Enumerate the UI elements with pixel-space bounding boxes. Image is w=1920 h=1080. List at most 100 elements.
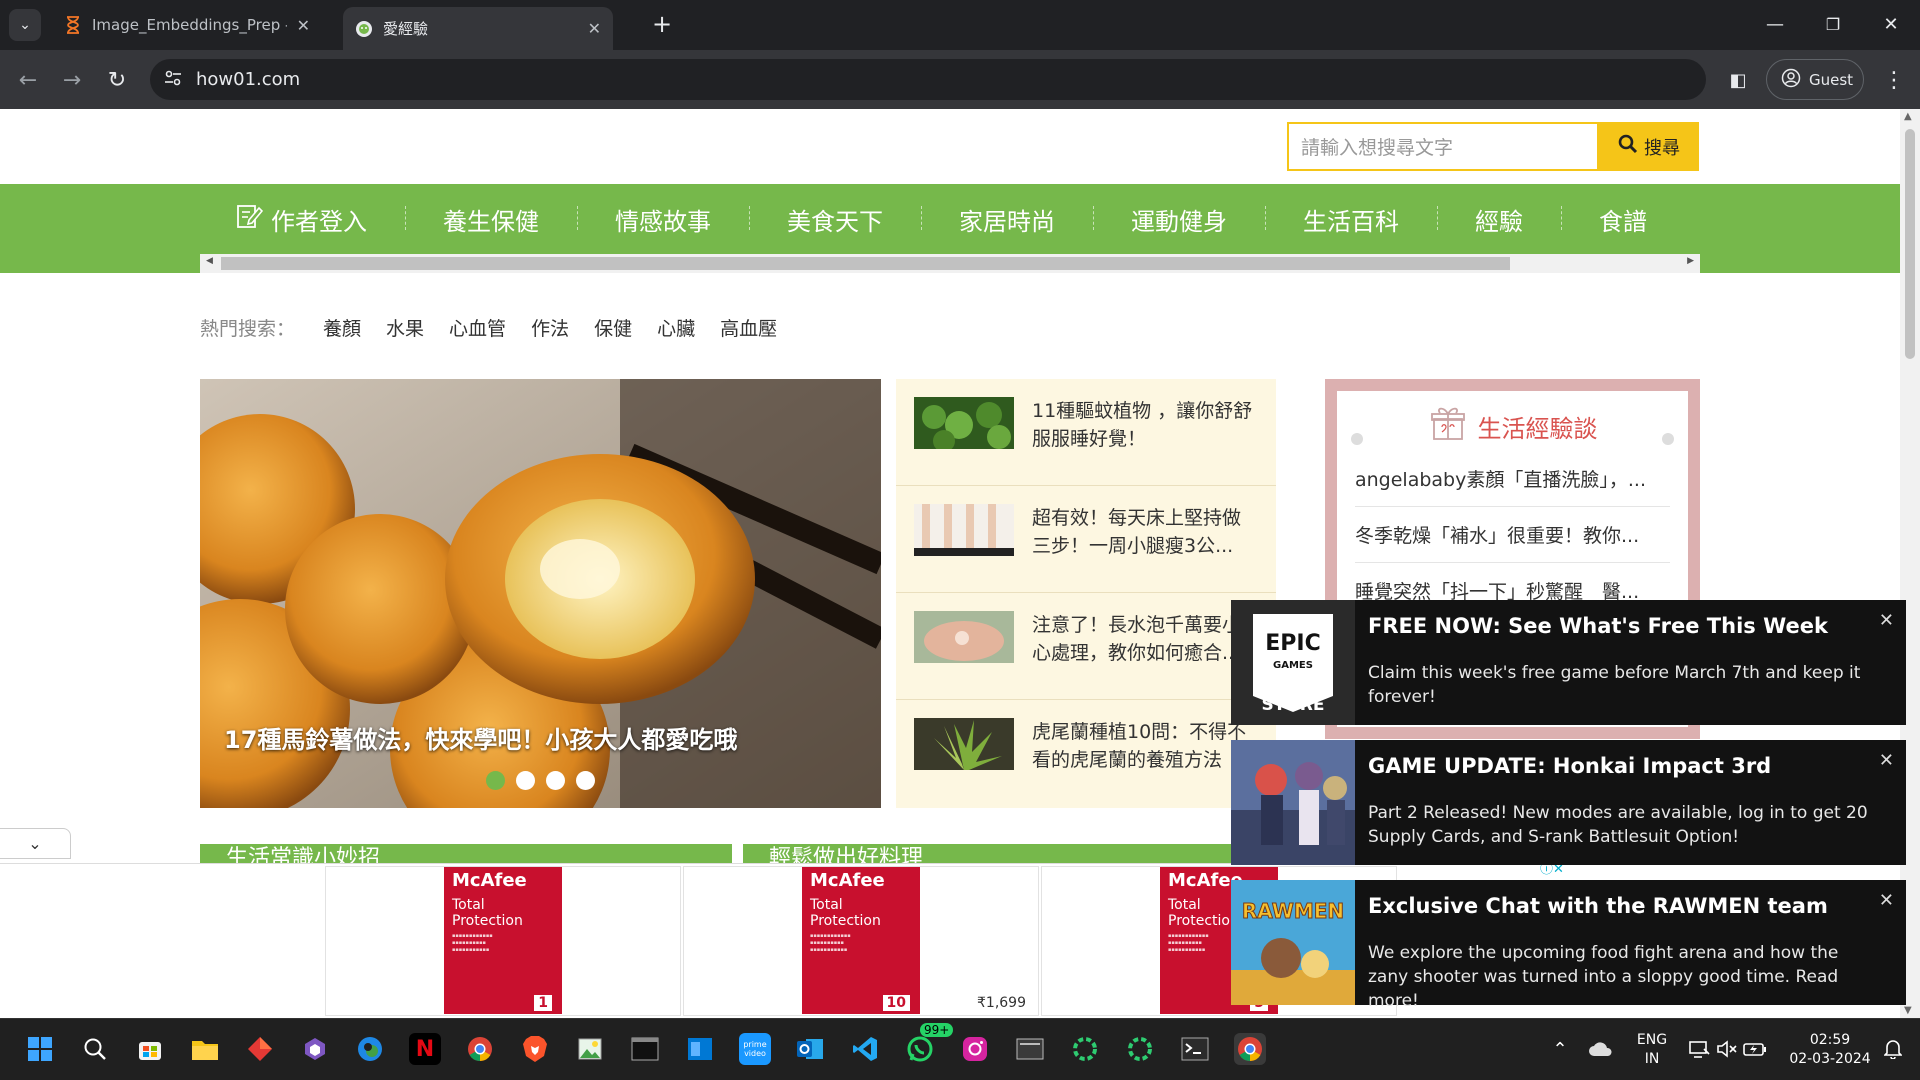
nav-horizontal-scrollbar[interactable]: ◀ ▶ (200, 254, 1700, 273)
tab-search-button[interactable]: ⌄ (9, 9, 41, 41)
address-bar[interactable]: how01.com (150, 59, 1706, 100)
app-blue-window-icon[interactable] (684, 1033, 716, 1065)
side-panel-button[interactable]: ◧ (1722, 64, 1754, 96)
close-icon[interactable]: ✕ (1879, 890, 1894, 911)
start-icon[interactable] (24, 1033, 56, 1065)
list-item[interactable]: 注意了！長水泡千萬要小心處理，教你如何癒合... (896, 593, 1276, 700)
list-item[interactable]: 11種驅蚊植物 ，讓你舒舒服服睡好覺！ (896, 379, 1276, 486)
instagram-icon[interactable] (959, 1033, 991, 1065)
date: 02-03-2024 (1789, 1051, 1871, 1067)
network-icon[interactable] (1686, 1033, 1712, 1065)
minimize-button[interactable]: — (1750, 6, 1800, 42)
profile-icon (1781, 68, 1801, 92)
scroll-down-icon[interactable]: ▼ (1904, 1005, 1912, 1016)
vscode-icon[interactable] (849, 1033, 881, 1065)
nav-item-fitness[interactable]: 運動健身 (1093, 202, 1265, 237)
back-button[interactable]: ← (12, 64, 44, 96)
scroll-up-icon[interactable]: ▲ (1904, 111, 1912, 122)
scroll-left-icon[interactable]: ◀ (206, 256, 213, 266)
battery-charging-icon[interactable] (1742, 1033, 1768, 1065)
file-explorer-icon[interactable] (189, 1033, 221, 1065)
forward-button[interactable]: → (56, 64, 88, 96)
nav-item-experience[interactable]: 經驗 (1437, 202, 1561, 237)
outlook-icon[interactable] (794, 1033, 826, 1065)
hero-title[interactable]: 17種馬鈴薯做法，快來學吧！小孩大人都愛吃哦 (224, 720, 737, 755)
prime-video-icon[interactable]: prime video (739, 1033, 771, 1065)
life-box-title: 生活經驗談 (1477, 414, 1598, 443)
whatsapp-icon[interactable]: 99+ (904, 1023, 954, 1065)
volume-muted-icon[interactable] (1714, 1033, 1740, 1065)
hot-search-item[interactable]: 心臟 (657, 314, 695, 341)
list-item[interactable]: 冬季乾燥「補水」很重要！教你... (1355, 507, 1670, 563)
notification-bell-icon[interactable] (1880, 1033, 1906, 1065)
browser-toolbar: ← → ↻ how01.com ◧ Guest ⋮ (0, 50, 1920, 109)
ad-card[interactable]: McAfee Total Protection ▪▪▪▪▪▪▪▪▪▪▪▪ ▪▪▪▪… (325, 866, 681, 1016)
image-viewer-icon[interactable] (574, 1033, 606, 1065)
search-button[interactable]: 搜尋 (1599, 122, 1699, 171)
close-icon[interactable]: ✕ (588, 19, 601, 38)
hot-search-item[interactable]: 心血管 (449, 314, 506, 341)
scroll-right-icon[interactable]: ▶ (1687, 256, 1694, 266)
new-tab-button[interactable]: + (648, 10, 676, 38)
nav-item-recipes[interactable]: 食譜 (1561, 202, 1685, 237)
chevron-up-icon[interactable]: ⌃ (1546, 1033, 1574, 1065)
hero-carousel[interactable]: 17種馬鈴薯做法，快來學吧！小孩大人都愛吃哦 (200, 379, 881, 808)
carousel-dot[interactable] (576, 771, 595, 790)
clock[interactable]: 02:59 02-03-2024 (1782, 1031, 1878, 1069)
store-icon[interactable] (134, 1033, 166, 1065)
epic-games-store-logo: EPIC GAMES STORE (1231, 600, 1355, 725)
nav-item-stories[interactable]: 情感故事 (577, 202, 749, 237)
onedrive-icon[interactable] (1586, 1033, 1616, 1065)
hot-search-item[interactable]: 作法 (531, 314, 569, 341)
scrollbar-thumb[interactable] (1905, 129, 1915, 359)
restore-button[interactable]: ❐ (1808, 6, 1858, 42)
powershell-icon[interactable] (1179, 1033, 1211, 1065)
tab-jupyter[interactable]: Image_Embeddings_Prep - Jupy ✕ (52, 7, 322, 43)
list-item[interactable]: 超有效！每天床上堅持做三步！一周小腿瘦3公... (896, 486, 1276, 593)
notification-toast[interactable]: RAWMEN Exclusive Chat with the RAWMEN te… (1231, 880, 1906, 1011)
edge-icon[interactable] (354, 1033, 386, 1065)
app-red-diamond-icon[interactable] (244, 1033, 276, 1065)
notification-toast[interactable]: EPIC GAMES STORE FREE NOW: See What's Fr… (1231, 600, 1906, 725)
hot-search-item[interactable]: 保健 (594, 314, 632, 341)
profile-button[interactable]: Guest (1766, 59, 1864, 100)
hot-search-item[interactable]: 養顏 (323, 314, 361, 341)
search-input[interactable]: 請輸入想搜尋文字 (1287, 122, 1599, 171)
hot-search-item[interactable]: 高血壓 (720, 314, 777, 341)
nav-item-home-fashion[interactable]: 家居時尚 (921, 202, 1093, 237)
chrome-active-icon[interactable] (1234, 1033, 1266, 1065)
hot-search-item[interactable]: 水果 (386, 314, 424, 341)
nav-item-life-tips[interactable]: 生活百科 (1265, 202, 1437, 237)
loading-ring-icon[interactable] (1124, 1033, 1156, 1065)
tab-how01[interactable]: 愛經驗 ✕ (343, 7, 613, 50)
close-window-button[interactable]: ✕ (1866, 6, 1916, 42)
notification-toast[interactable]: GAME UPDATE: Honkai Impact 3rd Part 2 Re… (1231, 740, 1906, 865)
carousel-dot[interactable] (516, 771, 535, 790)
close-icon[interactable]: ✕ (1879, 610, 1894, 631)
ad-card[interactable]: McAfee Total Protection ▪▪▪▪▪▪▪▪▪▪▪▪ ▪▪▪▪… (683, 866, 1039, 1016)
list-item[interactable]: 虎尾蘭種植10問：不得不看的虎尾蘭的養殖方法 (896, 700, 1276, 807)
chrome-icon[interactable] (464, 1033, 496, 1065)
reload-button[interactable]: ↻ (101, 64, 133, 96)
loading-ring-icon[interactable] (1069, 1033, 1101, 1065)
nav-item-food[interactable]: 美食天下 (749, 202, 921, 237)
netflix-icon[interactable]: N (409, 1033, 441, 1065)
nav-item-health[interactable]: 養生保健 (405, 202, 577, 237)
close-icon[interactable]: ✕ (297, 16, 310, 35)
list-item[interactable]: angelababy素顏「直播洗臉」，... (1355, 451, 1670, 507)
ad-collapse-button[interactable]: ⌄ (0, 828, 71, 859)
nav-item-author-login[interactable]: 作者登入 (200, 202, 405, 237)
carousel-dot[interactable] (486, 771, 505, 790)
brave-icon[interactable] (519, 1033, 551, 1065)
app-purple-icon[interactable] (299, 1033, 331, 1065)
snake-plant-thumbnail (914, 718, 1014, 770)
carousel-dot[interactable] (546, 771, 565, 790)
app-window-icon[interactable] (1014, 1033, 1046, 1065)
menu-button[interactable]: ⋮ (1878, 64, 1910, 96)
terminal-icon[interactable] (629, 1033, 661, 1065)
search-icon[interactable] (79, 1033, 111, 1065)
close-icon[interactable]: ✕ (1879, 750, 1894, 771)
scrollbar-thumb[interactable] (221, 257, 1510, 270)
language-indicator[interactable]: ENG IN (1632, 1031, 1672, 1069)
site-info-icon[interactable] (164, 70, 182, 90)
